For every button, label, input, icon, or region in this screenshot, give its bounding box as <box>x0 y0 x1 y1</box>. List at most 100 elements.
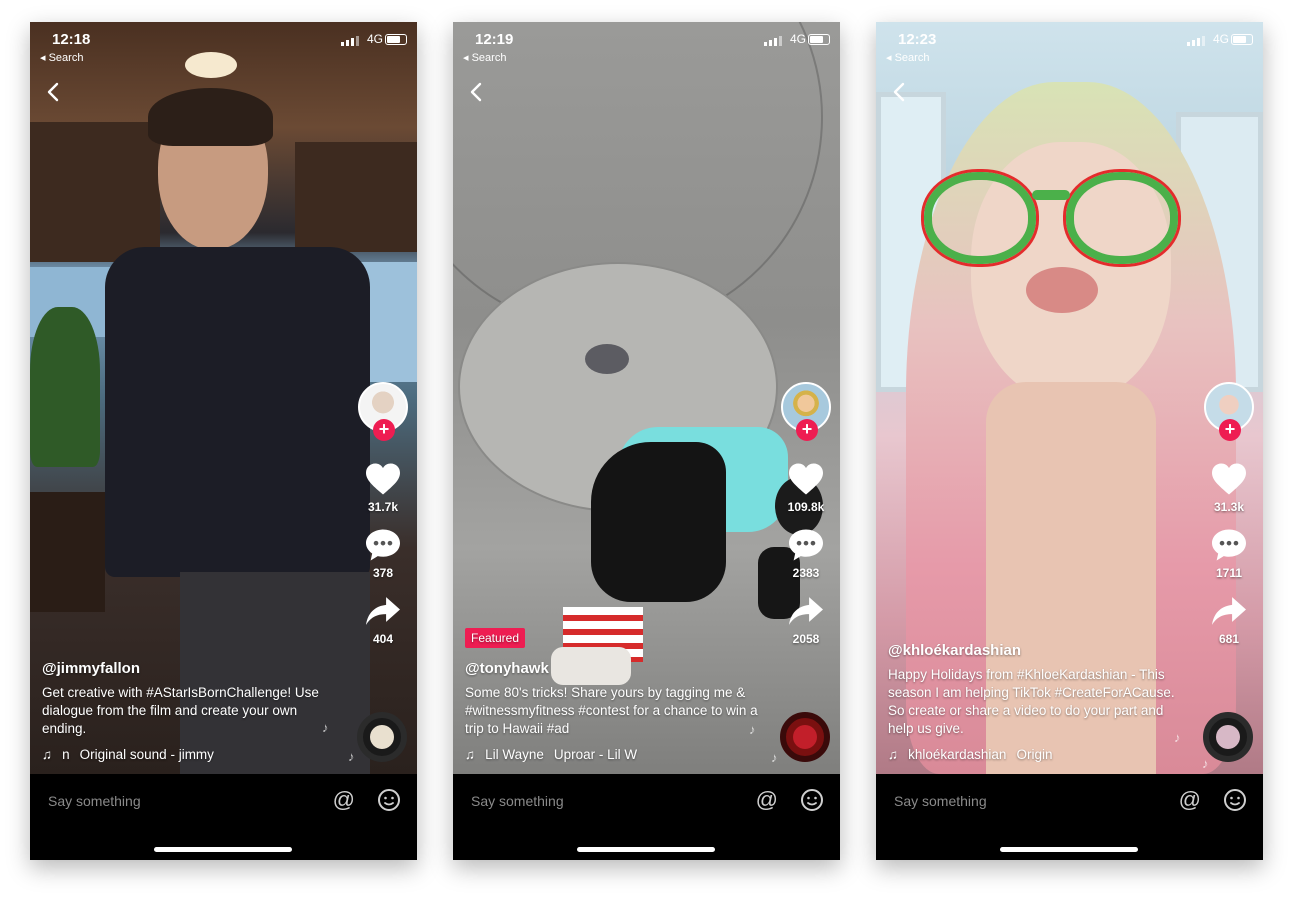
comment-bar: Say something @ <box>876 774 1263 860</box>
heart-icon <box>789 463 823 495</box>
creator-avatar[interactable]: + <box>1204 382 1254 441</box>
window-blinds <box>30 122 160 262</box>
signal-icon <box>764 34 782 46</box>
person-jacket <box>105 247 370 577</box>
lips <box>1026 267 1098 313</box>
music-note-icon: ♫ <box>42 747 53 762</box>
creator-handle[interactable]: @jimmyfallon <box>42 660 342 677</box>
share-count: 2058 <box>792 632 820 646</box>
floating-note-icon: ♪ <box>348 749 355 764</box>
phone-screen-tonyhawk: 12:19 ◂ Search 4G + 109.8k 2383 2058 Fea… <box>453 22 840 860</box>
back-chevron-icon[interactable] <box>465 80 489 104</box>
music-note-icon: ♫ <box>465 747 476 762</box>
sound-marquee[interactable]: ♫ Lil Wayne Uproar - Lil W <box>465 747 705 762</box>
comment-count: 378 <box>372 566 394 580</box>
battery-icon <box>808 34 830 45</box>
comment-input[interactable]: Say something <box>48 793 141 809</box>
like-count: 109.8k <box>787 500 825 514</box>
sound-title: Uproar - Lil W <box>553 747 638 762</box>
glasses-right-lens <box>1066 172 1178 264</box>
back-chevron-icon[interactable] <box>888 80 912 104</box>
comment-input[interactable]: Say something <box>894 793 987 809</box>
home-indicator[interactable] <box>154 847 292 852</box>
plant <box>30 307 100 467</box>
sound-user: n <box>62 747 70 762</box>
back-chevron-icon[interactable] <box>42 80 66 104</box>
like-count: 31.7k <box>367 500 399 514</box>
comment-bar: Say something @ <box>30 774 417 860</box>
share-button[interactable]: 404 <box>364 594 402 646</box>
signal-icon <box>1187 34 1205 46</box>
video-description: Some 80's tricks! Share yours by tagging… <box>465 685 758 736</box>
drain <box>585 344 629 374</box>
mention-at-icon[interactable]: @ <box>1179 787 1201 813</box>
heart-icon <box>1212 463 1246 495</box>
comment-bubble-icon <box>789 529 823 561</box>
sound-marquee[interactable]: ♫ khloékardashian Origin <box>888 747 1128 762</box>
emoji-icon[interactable] <box>1223 788 1247 812</box>
comment-bar: Say something @ <box>453 774 840 860</box>
action-sidebar: + 109.8k 2383 2058 <box>778 382 834 646</box>
phone-screen-jimmyfallon: 12:18 ◂ Search 4G + 31.7k 378 404 @jimmy… <box>30 22 417 860</box>
sound-disc[interactable] <box>357 712 407 762</box>
status-time: 12:23 <box>898 31 937 48</box>
featured-badge: Featured <box>465 628 526 648</box>
sound-disc[interactable] <box>1203 712 1253 762</box>
creator-avatar[interactable]: + <box>781 382 831 441</box>
network-label: 4G <box>1212 32 1229 46</box>
heart-icon <box>366 463 400 495</box>
creator-avatar[interactable]: + <box>358 382 408 441</box>
emoji-icon[interactable] <box>377 788 401 812</box>
sound-user: Lil Wayne <box>485 747 544 762</box>
network-label: 4G <box>366 32 383 46</box>
comment-bubble-icon <box>1212 529 1246 561</box>
signal-icon <box>341 34 359 46</box>
status-bar: 12:19 ◂ Search 4G <box>453 31 840 65</box>
action-sidebar: + 31.3k 1711 681 <box>1201 382 1257 646</box>
follow-plus-button[interactable]: + <box>1219 419 1241 441</box>
comment-input[interactable]: Say something <box>471 793 564 809</box>
like-count: 31.3k <box>1213 500 1245 514</box>
back-to-search-link[interactable]: ◂ Search <box>40 51 83 64</box>
share-button[interactable]: 681 <box>1210 594 1248 646</box>
back-to-search-link[interactable]: ◂ Search <box>463 51 506 64</box>
share-arrow-icon <box>789 597 823 625</box>
status-time: 12:18 <box>52 31 91 48</box>
back-to-search-link[interactable]: ◂ Search <box>886 51 929 64</box>
video-caption: @jimmyfallon Get creative with #AStarIsB… <box>42 660 342 762</box>
person-hair <box>148 88 273 146</box>
mention-at-icon[interactable]: @ <box>756 787 778 813</box>
follow-plus-button[interactable]: + <box>796 419 818 441</box>
share-button[interactable]: 2058 <box>787 594 825 646</box>
sound-marquee[interactable]: ♫ n Original sound - jimmy <box>42 747 282 762</box>
window-blinds <box>295 142 417 252</box>
comment-count: 2383 <box>792 566 820 580</box>
sound-title: Original sound - jimmy <box>79 747 214 762</box>
status-bar: 12:18 ◂ Search 4G <box>30 31 417 65</box>
comment-bubble-icon <box>366 529 400 561</box>
emoji-icon[interactable] <box>800 788 824 812</box>
floating-note-icon: ♪ <box>322 720 329 735</box>
status-bar: 12:23 ◂ Search 4G <box>876 31 1263 65</box>
like-button[interactable]: 31.3k <box>1210 462 1248 514</box>
video-caption: @khloékardashian Happy Holidays from #Kh… <box>888 642 1188 762</box>
like-button[interactable]: 109.8k <box>787 462 825 514</box>
creator-handle[interactable]: @khloékardashian <box>888 642 1188 659</box>
follow-plus-button[interactable]: + <box>373 419 395 441</box>
share-count: 681 <box>1218 632 1240 646</box>
creator-handle[interactable]: @tonyhawk <box>465 660 765 677</box>
home-indicator[interactable] <box>1000 847 1138 852</box>
share-arrow-icon <box>366 597 400 625</box>
sound-disc[interactable] <box>780 712 830 762</box>
video-caption: Featured @tonyhawk Some 80's tricks! Sha… <box>465 628 765 762</box>
home-indicator[interactable] <box>577 847 715 852</box>
comment-button[interactable]: 2383 <box>787 528 825 580</box>
floating-note-icon: ♪ <box>1174 730 1181 745</box>
comment-button[interactable]: 378 <box>364 528 402 580</box>
mention-at-icon[interactable]: @ <box>333 787 355 813</box>
glasses-left-lens <box>924 172 1036 264</box>
comment-count: 1711 <box>1215 566 1243 580</box>
comment-button[interactable]: 1711 <box>1210 528 1248 580</box>
status-time: 12:19 <box>475 31 514 48</box>
like-button[interactable]: 31.7k <box>364 462 402 514</box>
